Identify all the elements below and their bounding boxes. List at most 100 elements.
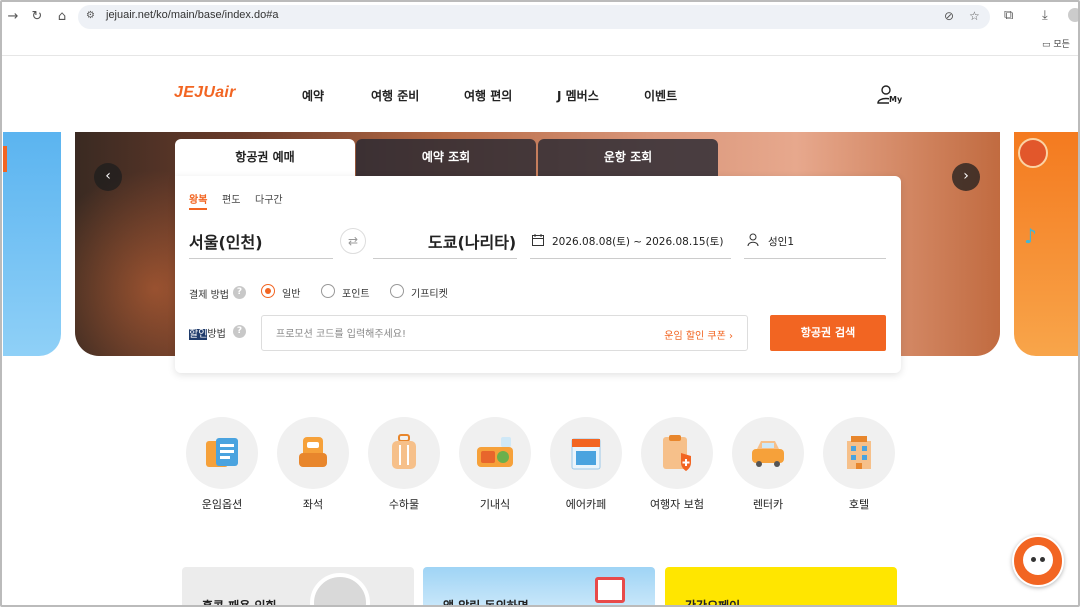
nav-j-members[interactable]: J 멤버스 — [557, 87, 599, 104]
back-icon[interactable]: → — [4, 8, 22, 26]
quick-menu-label: 에어카페 — [565, 498, 607, 511]
seat-icon — [277, 417, 349, 489]
payment-normal-label[interactable]: 일반 — [282, 285, 300, 300]
quick-menu-label: 수하물 — [388, 498, 420, 511]
passenger-underline — [744, 258, 886, 259]
discount-method-label: 할인방법 — [189, 325, 226, 340]
quick-menu-label: 호텔 — [848, 498, 870, 511]
payment-point-radio[interactable] — [321, 284, 335, 298]
hero-prev-arrow[interactable]: ‹ — [94, 163, 122, 191]
swap-cities-button[interactable]: ⇄ — [340, 228, 366, 254]
fare-coupon-label: 운임 할인 쿠폰 — [664, 331, 726, 342]
tracking-icon[interactable]: ⊘ — [944, 9, 954, 23]
discount-label-rest: 방법 — [207, 329, 226, 340]
banner-2-title: 앱 알림 동의하면 — [443, 599, 529, 607]
promo-code-box: 운임 할인 쿠폰 › — [261, 315, 748, 351]
quick-menu-label: 좌석 — [302, 498, 324, 511]
quick-menu-inflight-meal[interactable]: 기내식 — [459, 417, 531, 512]
chevron-right-icon: › — [729, 331, 733, 342]
hero-slide-next-peek[interactable]: ♪ — [1014, 132, 1080, 356]
banner-3-title: 간간요페이 — [685, 599, 741, 607]
promo-banner-1[interactable]: 홍콩 패용 익힘 — [182, 567, 414, 607]
address-bar[interactable]: ⚙ jejuair.net/ko/main/base/index.do#a ⊘ … — [78, 5, 990, 29]
quick-menu-seat[interactable]: 좌석 — [277, 417, 349, 512]
hero-slide-prev-peek[interactable] — [3, 132, 61, 356]
site-header: JEJUair 예약 여행 준비 여행 편의 J 멤버스 이벤트 My — [0, 56, 1080, 132]
quick-menu-aircafe[interactable]: 에어카페 — [550, 417, 622, 512]
quick-menu-label: 운임옵션 — [201, 498, 243, 511]
compass-icon — [1018, 138, 1048, 168]
chatbot-button[interactable] — [1012, 535, 1064, 587]
extensions-icon[interactable]: ⧉ — [1004, 8, 1013, 23]
profile-icon[interactable] — [1068, 8, 1080, 22]
payment-normal-radio[interactable] — [261, 284, 275, 298]
payment-point-label[interactable]: 포인트 — [342, 285, 370, 300]
discount-label-highlight: 할인 — [189, 329, 208, 340]
tab-reservation-lookup[interactable]: 예약 조회 — [356, 139, 536, 176]
discount-help-icon[interactable]: ? — [233, 325, 246, 338]
payment-giftticket-label[interactable]: 기프티켓 — [411, 285, 448, 300]
all-bookmarks-label: 모든 — [1053, 40, 1070, 50]
car-icon — [732, 417, 804, 489]
trip-type-multicity[interactable]: 다구간 — [255, 191, 283, 206]
destination-field[interactable]: 도쿄(나리타) — [428, 229, 516, 253]
trip-type-roundtrip[interactable]: 왕복 — [189, 191, 208, 210]
browser-toolbar: → ↻ ⌂ ⚙ jejuair.net/ko/main/base/index.d… — [0, 0, 1080, 56]
home-icon[interactable]: ⌂ — [53, 8, 71, 26]
search-flights-button[interactable]: 항공권 검색 — [770, 315, 886, 351]
gift-icon — [595, 577, 625, 603]
booking-panel: 왕복 편도 다구간 서울(인천) ⇄ 도쿄(나리타) 2026.08.08(토)… — [175, 176, 901, 373]
quick-menu-fare-option[interactable]: 운임옵션 — [186, 417, 258, 512]
baggage-icon — [368, 417, 440, 489]
tab-ticket-booking[interactable]: 항공권 예매 — [175, 139, 355, 176]
dates-underline — [530, 258, 731, 259]
folder-icon: ▭ — [1042, 40, 1051, 50]
payment-method-label: 결제 방법 — [189, 290, 229, 301]
fare-option-icon — [186, 417, 258, 489]
payment-help-icon[interactable]: ? — [233, 286, 246, 299]
nav-reservation[interactable]: 예약 — [302, 87, 324, 104]
mascot-eye — [1040, 557, 1045, 562]
promo-banner-3[interactable]: 간간요페이 — [665, 567, 897, 607]
slide-accent — [3, 146, 7, 172]
trip-type-oneway[interactable]: 편도 — [222, 191, 240, 206]
quick-menu-label: 여행자 보험 — [649, 498, 705, 511]
banner-1-title: 홍콩 패용 익힘 — [202, 599, 277, 607]
aircafe-icon — [550, 417, 622, 489]
travel-dates-field[interactable]: 2026.08.08(토) ~ 2026.08.15(토) — [552, 234, 723, 249]
insurance-icon — [641, 417, 713, 489]
origin-underline — [189, 258, 333, 259]
tab-flight-status[interactable]: 운항 조회 — [538, 139, 718, 176]
passenger-icon — [747, 233, 759, 247]
promo-banner-2[interactable]: 앱 알림 동의하면 — [423, 567, 655, 607]
nav-event[interactable]: 이벤트 — [644, 87, 677, 104]
quick-menu-travel-insurance[interactable]: 여행자 보험 — [641, 417, 713, 512]
music-note-icon: ♪ — [1024, 224, 1037, 248]
origin-field[interactable]: 서울(인천) — [189, 229, 263, 253]
quick-menu-hotel[interactable]: 호텔 — [823, 417, 895, 512]
quick-menu-label: 렌터카 — [752, 498, 784, 511]
my-label: My — [889, 95, 903, 104]
nav-travel-convenience[interactable]: 여행 편의 — [464, 87, 512, 104]
url-text[interactable]: jejuair.net/ko/main/base/index.do#a — [106, 9, 278, 21]
mascot-eye — [1031, 557, 1036, 562]
bookmark-star-icon[interactable]: ☆ — [969, 9, 980, 23]
nav-travel-prep[interactable]: 여행 준비 — [371, 87, 419, 104]
jejuair-logo[interactable]: JEJUair — [174, 84, 236, 102]
all-bookmarks[interactable]: ▭ 모든 — [1042, 37, 1070, 50]
my-page-button[interactable]: My — [876, 83, 903, 107]
destination-underline — [373, 258, 517, 259]
promo-code-input[interactable] — [276, 326, 636, 342]
quick-menu-baggage[interactable]: 수하물 — [368, 417, 440, 512]
chatbot-mascot-icon — [1023, 545, 1053, 575]
quick-menu-rental-car[interactable]: 렌터카 — [732, 417, 804, 512]
download-icon[interactable]: ⤓ — [1042, 8, 1048, 23]
passenger-count-field[interactable]: 성인1 — [768, 234, 794, 249]
reload-icon[interactable]: ↻ — [28, 8, 46, 26]
payment-giftticket-radio[interactable] — [390, 284, 404, 298]
banner-1-image — [310, 573, 370, 607]
fare-coupon-link[interactable]: 운임 할인 쿠폰 › — [664, 327, 733, 342]
hero-next-arrow[interactable]: › — [952, 163, 980, 191]
hotel-icon — [823, 417, 895, 489]
site-info-icon[interactable]: ⚙ — [86, 10, 98, 22]
